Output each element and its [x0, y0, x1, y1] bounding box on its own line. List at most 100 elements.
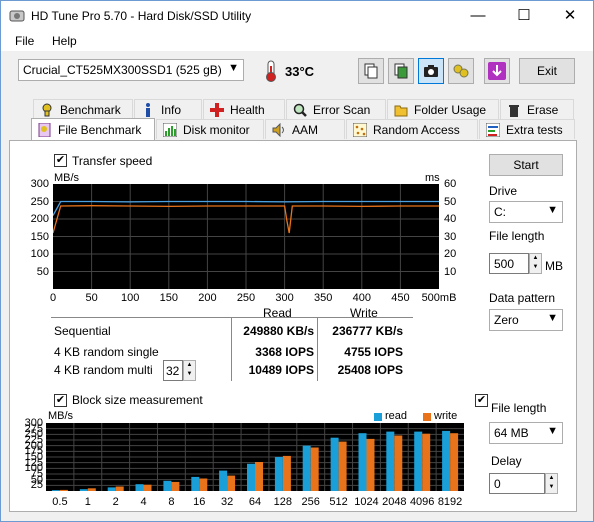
tab-random-access[interactable]: Random Access	[346, 119, 478, 139]
block-size-chart	[46, 423, 464, 491]
info-icon	[146, 102, 150, 117]
tab-extra-tests[interactable]: Extra tests	[479, 119, 575, 139]
drive-select[interactable]: Crucial_CT525MX300SSD1 (525 gB) ▼	[18, 59, 244, 81]
tab-erase[interactable]: Erase	[500, 99, 574, 119]
save-button[interactable]	[388, 58, 414, 84]
transfer-x-tick: 150	[159, 292, 178, 304]
block-write-bar	[87, 488, 96, 491]
disk-monitor-icon	[163, 122, 177, 137]
tab-file-benchmark-label: File Benchmark	[58, 122, 142, 137]
minimize-button[interactable]: —	[455, 1, 501, 31]
tab-file-benchmark[interactable]: File Benchmark	[31, 118, 155, 140]
block-write-bar	[171, 481, 180, 491]
transfer-y-tick: 250	[30, 195, 49, 208]
block-write-bar	[422, 433, 431, 491]
title-bar[interactable]: HD Tune Pro 5.70 - Hard Disk/SSD Utility…	[1, 1, 593, 31]
queue-depth-spinner[interactable]: ▲ ▼	[183, 360, 196, 381]
chevron-down-icon: ▼	[547, 204, 558, 216]
screenshot-button[interactable]	[418, 58, 444, 84]
start-button[interactable]: Start	[489, 154, 563, 176]
legend-read-label: read	[385, 410, 408, 422]
block-options-checkbox[interactable]: ✔	[475, 394, 488, 407]
data-pattern-select[interactable]: Zero ▼	[489, 309, 563, 331]
delay-input[interactable]: 0	[489, 473, 545, 494]
tab-folder-usage[interactable]: Folder Usage	[387, 99, 499, 119]
legend-read-swatch	[374, 413, 382, 421]
tab-health-label: Health	[230, 102, 265, 117]
random-single-label: 4 KB random single	[54, 345, 159, 359]
tab-erase-label: Erase	[527, 102, 559, 117]
drive-letter-value: C:	[494, 205, 506, 219]
options-button[interactable]	[448, 58, 474, 84]
app-icon	[9, 10, 25, 22]
tab-error-scan[interactable]: Error Scan	[286, 99, 386, 119]
tab-info[interactable]: Info	[134, 99, 202, 119]
results-vline-2	[317, 317, 318, 381]
block-size-checkbox[interactable]: ✔	[54, 394, 67, 407]
window-title: HD Tune Pro 5.70 - Hard Disk/SSD Utility	[31, 9, 252, 23]
drive-letter-select[interactable]: C: ▼	[489, 201, 563, 223]
random-multi-label: 4 KB random multi	[54, 363, 153, 377]
trash-icon	[509, 104, 519, 117]
chevron-down-icon: ▼	[547, 425, 558, 437]
transfer-speed-checkbox[interactable]: ✔	[54, 154, 67, 167]
transfer-x-tick: 500mB	[421, 292, 457, 304]
block-read-bar	[330, 437, 339, 491]
tab-aam[interactable]: AAM	[265, 119, 345, 139]
block-read-bar	[358, 433, 367, 491]
block-write-bar	[227, 475, 236, 491]
block-file-length-select[interactable]: 64 MB ▼	[489, 422, 563, 444]
folder-icon	[394, 105, 408, 116]
temperature-value: 33°C	[285, 64, 315, 79]
transfer-x-tick: 0	[49, 292, 57, 304]
block-write-bar	[199, 478, 208, 491]
transfer-y-tick: 150	[30, 230, 49, 243]
transfer-x-tick: 100	[121, 292, 140, 304]
delay-spinner[interactable]: ▲ ▼	[545, 473, 558, 494]
copy-icon	[364, 63, 378, 79]
file-length-spinner[interactable]: ▲ ▼	[529, 253, 542, 274]
block-read-bar	[274, 457, 283, 491]
file-length-input[interactable]: 500	[489, 253, 529, 274]
block-file-length-label: File length	[491, 401, 547, 415]
file-benchmark-icon	[38, 122, 51, 137]
menu-help[interactable]: Help	[52, 34, 77, 48]
copy-button[interactable]	[358, 58, 384, 84]
transfer-x-tick: 50	[85, 292, 98, 304]
close-button[interactable]: ✕	[547, 1, 593, 31]
tab-folder-usage-label: Folder Usage	[414, 102, 487, 117]
chevron-down-icon: ▼	[547, 312, 558, 324]
menu-file[interactable]: File	[15, 34, 34, 48]
download-icon	[488, 62, 506, 80]
save-icon	[394, 63, 408, 79]
block-read-bar	[135, 484, 144, 491]
maximize-button[interactable]: ☐	[501, 1, 547, 31]
transfer-left-unit: MB/s	[54, 172, 80, 184]
block-read-bar	[51, 490, 60, 491]
download-button[interactable]	[484, 58, 510, 84]
block-unit: MB/s	[48, 410, 74, 422]
legend-write-swatch	[423, 413, 431, 421]
thermometer-icon	[266, 60, 276, 82]
options-icon	[453, 64, 469, 78]
random-single-write-value: 4755 IOPS	[344, 345, 403, 359]
health-icon	[210, 102, 224, 117]
results-write-header: Write	[350, 306, 378, 320]
sequential-write-value: 236777 KB/s	[332, 324, 403, 338]
transfer-y-tick: 50	[36, 265, 49, 278]
app-window: HD Tune Pro 5.70 - Hard Disk/SSD Utility…	[0, 0, 594, 522]
block-write-bar	[366, 438, 375, 491]
random-access-icon	[353, 122, 367, 137]
file-length-label: File length	[489, 229, 545, 243]
tab-benchmark[interactable]: Benchmark	[33, 99, 133, 119]
queue-depth-input[interactable]: 32	[163, 360, 183, 381]
sequential-read-value: 249880 KB/s	[243, 324, 314, 338]
tab-health[interactable]: Health	[203, 99, 285, 119]
transfer-right-unit: ms	[425, 172, 440, 184]
exit-button[interactable]: Exit	[519, 58, 575, 84]
transfer-ms-tick: 50	[444, 195, 457, 208]
drive-label: Drive	[489, 184, 518, 198]
transfer-speed-chart	[53, 184, 439, 289]
data-pattern-label: Data pattern	[489, 291, 556, 305]
tab-disk-monitor[interactable]: Disk monitor	[156, 119, 264, 139]
